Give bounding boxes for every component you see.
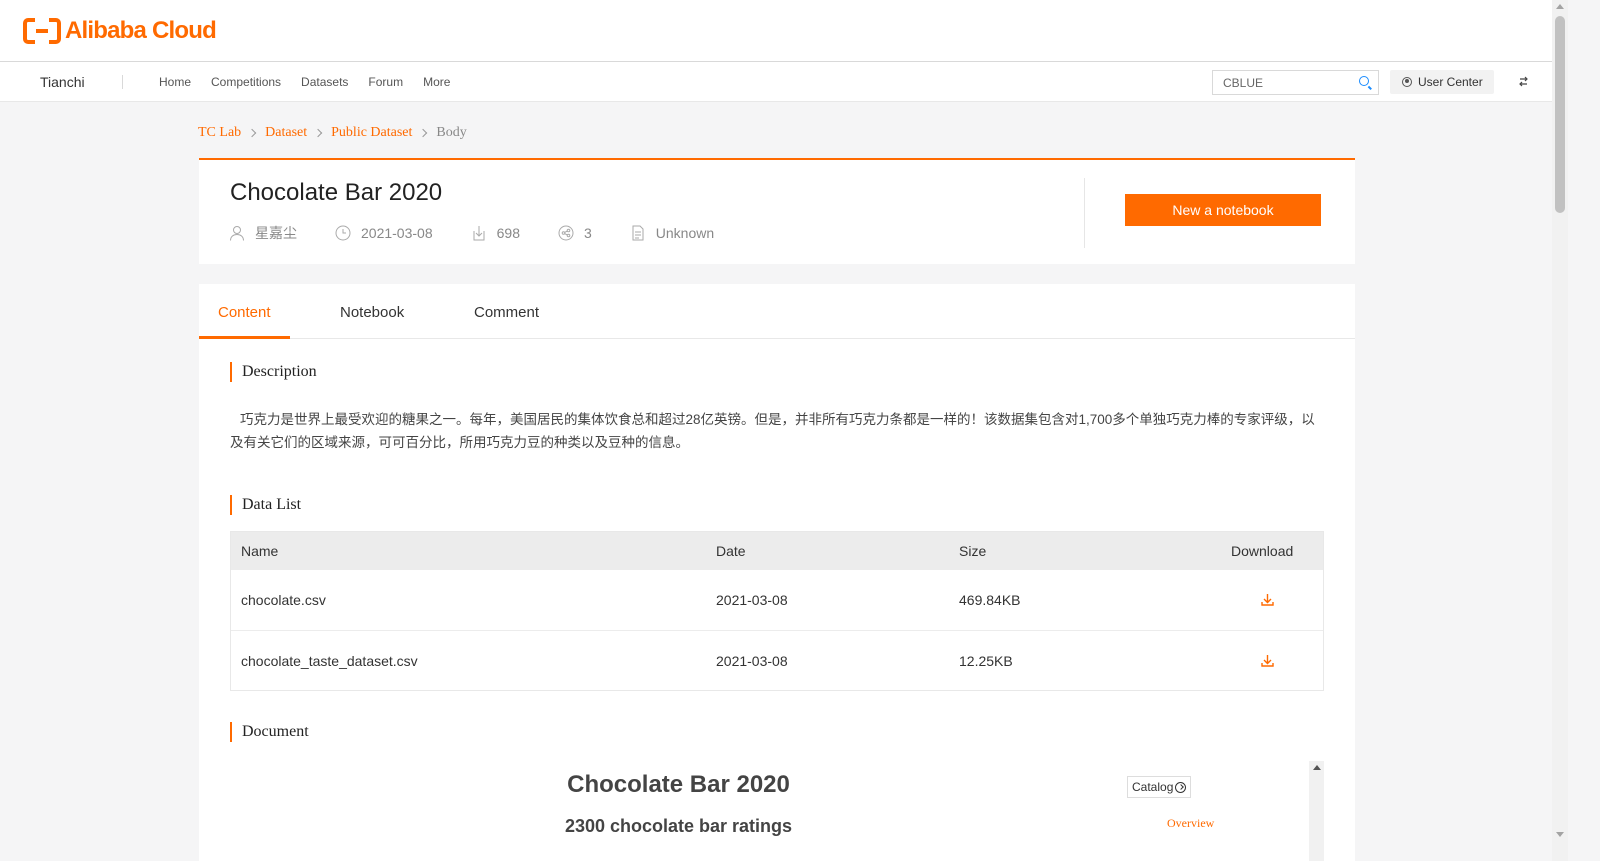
chevron-up-circle-icon	[1175, 781, 1187, 793]
data-list-table: Name Date Size Download chocolate.csv 20…	[230, 531, 1324, 691]
dataset-header-card: Chocolate Bar 2020 星嘉尘 2021-03-08 698 3	[199, 158, 1355, 264]
description-heading: Description	[230, 362, 317, 382]
document-viewer: Chocolate Bar 2020 2300 chocolate bar ra…	[230, 761, 1324, 861]
user-center-label: User Center	[1418, 75, 1483, 89]
meta-downloads: 698	[471, 225, 520, 241]
column-header-date: Date	[716, 542, 746, 559]
tab-content[interactable]: Content	[218, 304, 271, 321]
license-value: Unknown	[655, 225, 715, 241]
table-row: chocolate_taste_dataset.csv 2021-03-08 1…	[231, 630, 1323, 691]
breadcrumb-tc-lab[interactable]: TC Lab	[198, 125, 241, 141]
table-row: chocolate.csv 2021-03-08 469.84KB	[231, 569, 1323, 630]
dataset-content-card: Content Notebook Comment Description 巧克力…	[199, 284, 1355, 861]
page-title: Chocolate Bar 2020	[230, 179, 443, 206]
breadcrumb-public-dataset[interactable]: Public Dataset	[331, 125, 412, 141]
file-size: 469.84KB	[959, 592, 1021, 608]
chevron-right-icon	[313, 128, 323, 138]
meta-license: Unknown	[630, 225, 714, 241]
alibaba-cloud-logo[interactable]: Alibaba Cloud	[23, 17, 217, 45]
meta-shares: 3	[558, 225, 592, 241]
nav-brand-tianchi[interactable]: Tianchi	[40, 74, 85, 90]
new-notebook-button[interactable]: New a notebook	[1125, 194, 1321, 226]
user-icon	[1402, 77, 1412, 87]
nav-link-competitions[interactable]: Competitions	[211, 75, 281, 89]
download-icon[interactable]	[1261, 594, 1274, 606]
user-center-button[interactable]: User Center	[1390, 70, 1494, 94]
author-name[interactable]: 星嘉尘	[255, 223, 297, 243]
breadcrumb: TC Lab Dataset Public Dataset Body	[198, 125, 467, 141]
switch-icon[interactable]	[1518, 76, 1529, 87]
document-scrollbar[interactable]	[1309, 761, 1324, 861]
breadcrumb-current: Body	[436, 125, 467, 140]
document-title: Chocolate Bar 2020	[567, 771, 790, 798]
tab-notebook[interactable]: Notebook	[340, 304, 404, 321]
nav-link-forum[interactable]: Forum	[368, 75, 403, 89]
search-box	[1212, 70, 1379, 95]
dataset-meta: 星嘉尘 2021-03-08 698 3 Unknown	[229, 223, 752, 243]
download-icon[interactable]	[1261, 655, 1274, 667]
chevron-right-icon	[419, 128, 428, 138]
nav-link-more[interactable]: More	[423, 75, 450, 89]
logo-text: Alibaba Cloud	[65, 17, 217, 44]
column-header-download: Download	[1231, 542, 1294, 559]
meta-author: 星嘉尘	[229, 223, 297, 243]
catalog-label: Catalog	[1132, 780, 1174, 794]
file-date: 2021-03-08	[716, 653, 788, 669]
document-icon	[632, 225, 644, 241]
nav-link-home[interactable]: Home	[159, 75, 191, 89]
description-text: 巧克力是世界上最受欢迎的糖果之一。每年，美国居民的集体饮食总和超过28亿英镑。但…	[230, 412, 1315, 450]
catalog-button[interactable]: Catalog	[1127, 776, 1192, 798]
nav-link-datasets[interactable]: Datasets	[301, 75, 348, 89]
document-subtitle: 2300 chocolate bar ratings	[564, 816, 793, 836]
file-name: chocolate.csv	[241, 592, 326, 608]
top-logo-bar: Alibaba Cloud	[0, 0, 1568, 62]
search-input[interactable]	[1213, 71, 1348, 94]
catalog-link-overview[interactable]: Overview	[1167, 816, 1214, 831]
tab-comment[interactable]: Comment	[474, 304, 539, 321]
nav-links: Home Competitions Datasets Forum More	[159, 75, 470, 89]
file-date: 2021-03-08	[716, 592, 788, 608]
table-header: Name Date Size Download	[231, 532, 1323, 569]
chevron-right-icon	[247, 128, 257, 138]
file-name: chocolate_taste_dataset.csv	[241, 653, 418, 669]
nav-divider	[122, 75, 123, 89]
search-icon[interactable]	[1359, 76, 1369, 86]
share-icon	[558, 225, 574, 241]
file-size: 12.25KB	[959, 653, 1013, 669]
data-list-heading: Data List	[230, 495, 301, 515]
alibaba-logo-icon	[23, 18, 61, 44]
scroll-up-arrow-icon[interactable]	[1556, 4, 1564, 9]
meta-date: 2021-03-08	[335, 225, 433, 241]
column-header-name: Name	[241, 542, 279, 559]
user-icon	[230, 226, 244, 241]
tab-bar: Content Notebook Comment	[199, 284, 1355, 339]
scroll-up-arrow-icon[interactable]	[1313, 765, 1321, 770]
page-scrollbar-thumb[interactable]	[1555, 16, 1565, 213]
column-header-size: Size	[959, 542, 987, 559]
active-tab-indicator	[199, 336, 290, 339]
breadcrumb-dataset[interactable]: Dataset	[265, 125, 307, 141]
nav-bar: Tianchi Home Competitions Datasets Forum…	[0, 62, 1568, 102]
clock-icon	[335, 225, 351, 241]
header-divider	[1084, 178, 1085, 248]
publish-date: 2021-03-08	[361, 225, 433, 241]
share-count: 3	[583, 225, 592, 241]
document-heading: Document	[230, 722, 309, 742]
download-count: 698	[496, 225, 520, 241]
download-count-icon	[473, 226, 485, 241]
scroll-down-arrow-icon[interactable]	[1556, 832, 1564, 837]
